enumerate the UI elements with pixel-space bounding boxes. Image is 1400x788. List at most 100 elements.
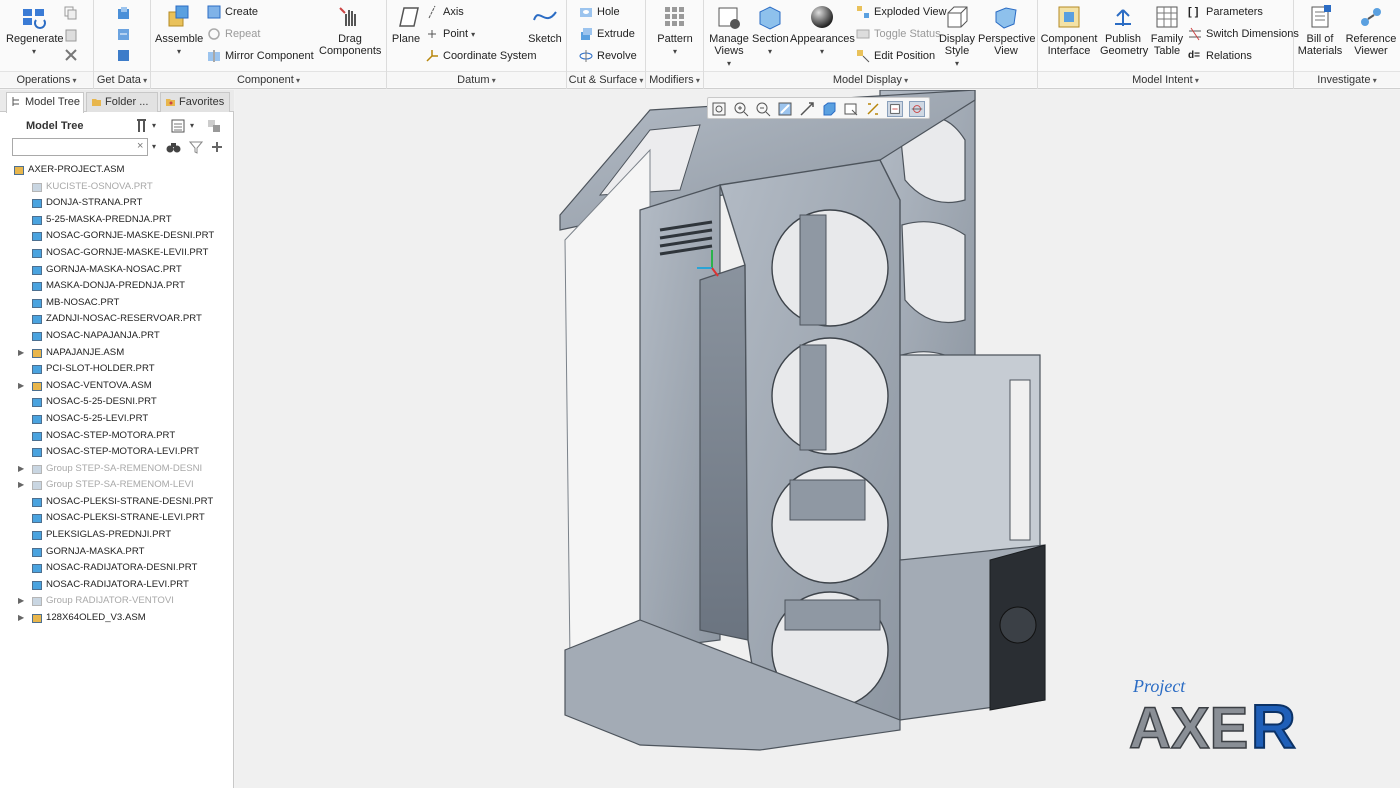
tree-settings-icon[interactable]	[134, 118, 150, 134]
tree-item[interactable]: 5-25-MASKA-PREDNJA.PRT	[0, 212, 234, 229]
repaint-icon[interactable]	[777, 101, 793, 117]
component-interface-button[interactable]: Component Interface	[1040, 4, 1098, 57]
hole-button[interactable]: Hole	[579, 3, 620, 21]
zoom-in-icon[interactable]	[733, 101, 749, 117]
repeat-button[interactable]: Repeat	[207, 25, 260, 43]
clear-search-icon[interactable]: ×	[137, 140, 143, 152]
plane-button[interactable]: Plane	[389, 4, 423, 45]
tree-item[interactable]: PCI-SLOT-HOLDER.PRT	[0, 361, 234, 378]
show-columns-dropdown[interactable]: ▾	[190, 121, 194, 130]
display-style-view-icon[interactable]	[821, 101, 837, 117]
coordinate-system-button[interactable]: Coordinate System	[425, 47, 537, 65]
publish-geometry-button[interactable]: Publish Geometry	[1100, 4, 1148, 57]
spin-center-icon[interactable]	[909, 101, 925, 117]
regenerate-button[interactable]: Regenerate ▾	[6, 4, 64, 58]
expand-arrow-icon[interactable]: ▶	[18, 477, 24, 494]
find-binoculars-icon[interactable]	[166, 140, 181, 154]
tree-item[interactable]: NOSAC-STEP-MOTORA-LEVI.PRT	[0, 444, 234, 461]
tree-item[interactable]: MASKA-DONJA-PREDNJA.PRT	[0, 278, 234, 295]
import-icon[interactable]	[116, 6, 131, 21]
switch-dimensions-button[interactable]: Switch Dimensions	[1188, 25, 1299, 43]
show-columns-icon[interactable]	[170, 118, 186, 134]
graphics-viewport[interactable]: Project AXE R	[235, 90, 1400, 788]
appearances-button[interactable]: Appearances ▾	[790, 4, 855, 58]
tree-item[interactable]: NOSAC-PLEKSI-STRANE-LEVI.PRT	[0, 510, 234, 527]
tree-filters-icon[interactable]	[206, 118, 222, 134]
exploded-view-button[interactable]: Exploded View	[856, 3, 947, 21]
manage-views-button[interactable]: Manage Views ▾	[708, 4, 750, 70]
saved-orientations-icon[interactable]	[843, 101, 859, 117]
display-style-button[interactable]: Display Style ▾	[938, 4, 976, 70]
tree-item[interactable]: GORNJA-MASKA-NOSAC.PRT	[0, 262, 234, 279]
tree-item[interactable]: ▶ Group RADIJATOR-VENTOVI	[0, 593, 234, 610]
cut-surface-group-label[interactable]: Cut & Surface	[567, 71, 645, 87]
tree-item[interactable]: ▶ Group STEP-SA-REMENOM-LEVI	[0, 477, 234, 494]
tree-item[interactable]: NOSAC-5-25-DESNI.PRT	[0, 394, 234, 411]
extrude-button[interactable]: Extrude	[579, 25, 635, 43]
tree-item[interactable]: ▶ Group STEP-SA-REMENOM-DESNI	[0, 461, 234, 478]
tree-item[interactable]: KUCISTE-OSNOVA.PRT	[0, 179, 234, 196]
shrinkwrap-icon[interactable]	[116, 48, 131, 63]
tree-item[interactable]: ▶ NOSAC-VENTOVA.ASM	[0, 378, 234, 395]
investigate-group-label[interactable]: Investigate	[1294, 71, 1400, 87]
tree-search-input[interactable]	[12, 138, 148, 156]
tab-model-tree[interactable]: Model Tree	[6, 92, 84, 113]
parameters-button[interactable]: [ ] Parameters	[1188, 3, 1263, 21]
expand-arrow-icon[interactable]: ▶	[18, 610, 24, 627]
tree-settings-dropdown[interactable]: ▾	[152, 121, 156, 130]
mirror-component-button[interactable]: Mirror Component	[207, 47, 314, 65]
create-button[interactable]: Create	[207, 3, 258, 21]
tab-folder-browser[interactable]: Folder ...	[86, 92, 158, 112]
get-data-group-label[interactable]: Get Data	[94, 71, 150, 87]
tree-item[interactable]: NOSAC-STEP-MOTORA.PRT	[0, 428, 234, 445]
paste-icon[interactable]	[64, 28, 78, 42]
search-dropdown[interactable]: ▾	[152, 142, 156, 151]
zoom-out-icon[interactable]	[755, 101, 771, 117]
modifiers-group-label[interactable]: Modifiers	[646, 71, 703, 87]
delete-icon[interactable]	[64, 48, 78, 62]
refit-icon[interactable]	[711, 101, 727, 117]
assemble-button[interactable]: Assemble ▾	[155, 4, 203, 58]
tree-item[interactable]: ▶ NAPAJANJE.ASM	[0, 345, 234, 362]
tree-item[interactable]: MB-NOSAC.PRT	[0, 295, 234, 312]
sketch-button[interactable]: Sketch	[527, 4, 563, 45]
annotation-display-icon[interactable]	[887, 101, 903, 117]
operations-group-label[interactable]: Operations	[0, 71, 93, 87]
tree-item[interactable]: NOSAC-GORNJE-MASKE-DESNI.PRT	[0, 228, 234, 245]
filter-icon[interactable]	[189, 140, 203, 154]
user-defined-feature-icon[interactable]	[116, 27, 131, 42]
expand-arrow-icon[interactable]: ▶	[18, 378, 24, 395]
tree-item[interactable]: PLEKSIGLAS-PREDNJI.PRT	[0, 527, 234, 544]
tree-item[interactable]: GORNJA-MASKA.PRT	[0, 544, 234, 561]
point-button[interactable]: Point ▾	[425, 25, 475, 43]
datum-display-icon[interactable]	[865, 101, 881, 117]
tab-favorites[interactable]: Favorites	[160, 92, 230, 112]
perspective-view-button[interactable]: Perspective View	[978, 4, 1035, 57]
drag-components-button[interactable]: Drag Components	[319, 4, 381, 57]
section-button[interactable]: Section ▾	[752, 4, 789, 58]
datum-group-label[interactable]: Datum	[387, 71, 566, 87]
tree-item[interactable]: NOSAC-5-25-LEVI.PRT	[0, 411, 234, 428]
tree-item[interactable]: AXER-PROJECT.ASM	[0, 162, 234, 179]
tree-item[interactable]: NOSAC-RADIJATORA-DESNI.PRT	[0, 560, 234, 577]
bill-of-materials-button[interactable]: Bill of Materials	[1296, 4, 1344, 57]
expand-arrow-icon[interactable]: ▶	[18, 593, 24, 610]
tree-item[interactable]: NOSAC-PLEKSI-STRANE-DESNI.PRT	[0, 494, 234, 511]
expand-arrow-icon[interactable]: ▶	[18, 461, 24, 478]
pattern-button[interactable]: Pattern ▾	[652, 4, 698, 58]
tree-item[interactable]: ▶ 128X64OLED_V3.ASM	[0, 610, 234, 627]
revolve-button[interactable]: Revolve	[579, 47, 637, 65]
tree-item[interactable]: NOSAC-GORNJE-MASKE-LEVII.PRT	[0, 245, 234, 262]
tree-item[interactable]: DONJA-STRANA.PRT	[0, 195, 234, 212]
add-icon[interactable]	[210, 140, 224, 154]
family-table-button[interactable]: Family Table	[1148, 4, 1186, 57]
model-display-group-label[interactable]: Model Display	[704, 71, 1037, 87]
tree-item[interactable]: NOSAC-NAPAJANJA.PRT	[0, 328, 234, 345]
edit-position-button[interactable]: Edit Position	[856, 47, 935, 65]
tree-item[interactable]: ZADNJI-NOSAC-RESERVOAR.PRT	[0, 311, 234, 328]
expand-arrow-icon[interactable]: ▶	[18, 345, 24, 362]
model-intent-group-label[interactable]: Model Intent	[1038, 71, 1293, 87]
toggle-status-button[interactable]: Toggle Status	[856, 25, 941, 43]
tree-item[interactable]: NOSAC-RADIJATORA-LEVI.PRT	[0, 577, 234, 594]
relations-button[interactable]: d= Relations	[1188, 47, 1252, 65]
